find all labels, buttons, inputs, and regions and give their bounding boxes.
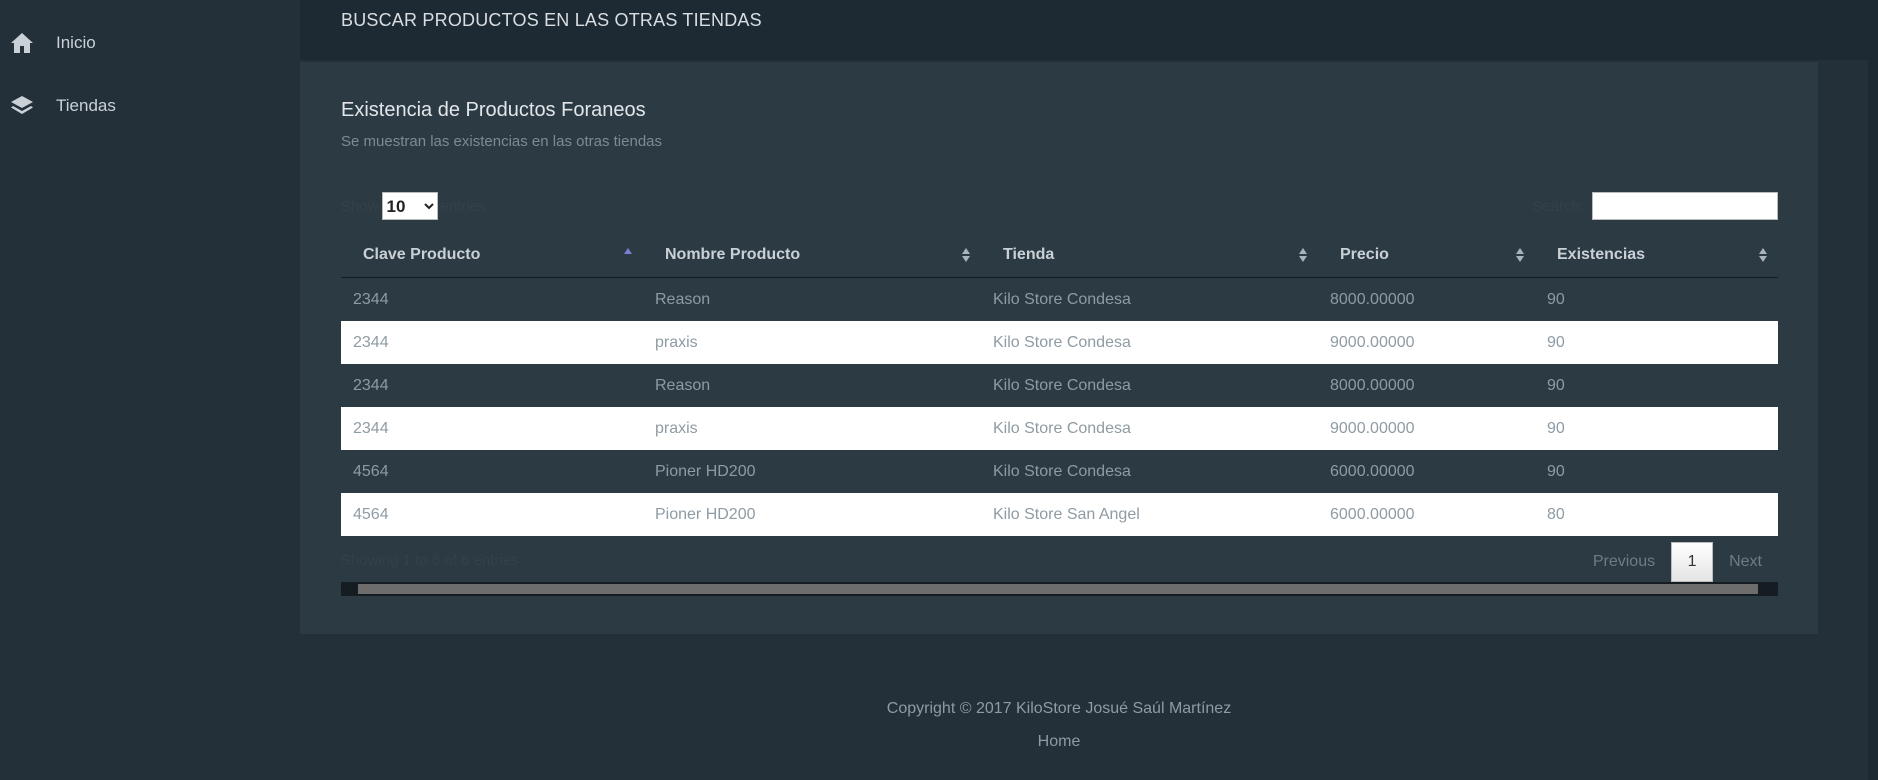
cell-existencias: 90	[1547, 333, 1565, 351]
cell-clave: 4564	[353, 462, 389, 480]
cell-precio: 6000.00000	[1330, 462, 1415, 480]
length-prefix: Show	[341, 197, 379, 215]
cell-nombre: praxis	[655, 333, 698, 351]
column-header-nombre[interactable]: Nombre Producto	[643, 232, 981, 278]
cell-existencias: 90	[1547, 376, 1565, 394]
table-header-row: Clave Producto Nombre Producto Tienda Pr…	[341, 232, 1778, 278]
entries-select[interactable]: 10	[381, 192, 438, 220]
panel-title: Existencia de Productos Foraneos	[341, 99, 646, 121]
column-header-label: Tienda	[1003, 245, 1055, 263]
sidebar-item-label: Inicio	[56, 33, 96, 52]
vertical-scrollbar[interactable]	[1868, 0, 1878, 780]
cell-clave: 2344	[353, 333, 389, 351]
cell-tienda: Kilo Store Condesa	[993, 333, 1131, 351]
layers-icon	[10, 94, 34, 118]
products-panel: Existencia de Productos Foraneos Se mues…	[300, 62, 1818, 634]
column-header-existencias[interactable]: Existencias	[1535, 232, 1778, 278]
cell-clave: 2344	[353, 419, 389, 437]
column-header-clave[interactable]: Clave Producto	[341, 232, 643, 278]
column-header-label: Nombre Producto	[665, 245, 801, 263]
table-row: 2344 Reason Kilo Store Condesa 8000.0000…	[341, 364, 1778, 407]
column-header-label: Existencias	[1557, 245, 1646, 263]
cell-existencias: 90	[1547, 290, 1565, 308]
table-row: 2344 praxis Kilo Store Condesa 9000.0000…	[341, 407, 1778, 450]
cell-nombre: Pioner HD200	[655, 462, 756, 480]
cell-precio: 6000.00000	[1330, 505, 1415, 523]
cell-clave: 2344	[353, 376, 389, 394]
top-bar: BUSCAR PRODUCTOS EN LAS OTRAS TIENDAS	[300, 0, 1868, 60]
sidebar-item-tiendas[interactable]: Tiendas	[0, 86, 300, 126]
table-row: 4564 Pioner HD200 Kilo Store Condesa 600…	[341, 450, 1778, 493]
next-button[interactable]: Next	[1713, 553, 1778, 571]
page-1-button[interactable]: 1	[1671, 542, 1714, 582]
table-row: 2344 Reason Kilo Store Condesa 8000.0000…	[341, 277, 1778, 321]
cell-existencias: 90	[1547, 462, 1565, 480]
table-info: Showing 1 to 6 of 6 entries	[341, 552, 519, 569]
entries-length-control: Show 10 entries	[341, 192, 486, 220]
pagination: Previous 1 Next	[1577, 542, 1778, 582]
column-header-tienda[interactable]: Tienda	[981, 232, 1318, 278]
cell-precio: 8000.00000	[1330, 376, 1415, 394]
column-header-label: Clave Producto	[363, 245, 481, 263]
cell-tienda: Kilo Store Condesa	[993, 376, 1131, 394]
scrollbar-thumb[interactable]	[358, 584, 1758, 594]
table-search: Search:	[1532, 192, 1778, 220]
cell-clave: 4564	[353, 505, 389, 523]
table-row: 4564 Pioner HD200 Kilo Store San Angel 6…	[341, 493, 1778, 536]
cell-nombre: Pioner HD200	[655, 505, 756, 523]
horizontal-scrollbar[interactable]	[341, 582, 1778, 596]
previous-button[interactable]: Previous	[1577, 553, 1671, 571]
footer-home-link[interactable]: Home	[0, 733, 1878, 751]
panel-subtitle: Se muestran las existencias en las otras…	[341, 133, 662, 150]
cell-tienda: Kilo Store Condesa	[993, 290, 1131, 308]
length-suffix: entries	[440, 197, 486, 215]
cell-clave: 2344	[353, 290, 389, 308]
sort-both-icon	[1516, 248, 1524, 262]
search-input[interactable]	[1592, 192, 1778, 220]
sidebar-item-label: Tiendas	[56, 96, 116, 115]
sort-asc-icon	[624, 248, 632, 254]
cell-nombre: praxis	[655, 419, 698, 437]
column-header-label: Precio	[1340, 245, 1389, 263]
cell-nombre: Reason	[655, 376, 711, 394]
column-header-precio[interactable]: Precio	[1318, 232, 1535, 278]
cell-existencias: 80	[1547, 505, 1565, 523]
products-table: Clave Producto Nombre Producto Tienda Pr…	[341, 232, 1778, 536]
cell-existencias: 90	[1547, 419, 1565, 437]
footer-copyright: Copyright © 2017 KiloStore Josué Saúl Ma…	[886, 700, 1232, 717]
sort-both-icon	[962, 248, 970, 262]
cell-precio: 9000.00000	[1330, 333, 1415, 351]
cell-precio: 8000.00000	[1330, 290, 1415, 308]
sort-both-icon	[1299, 248, 1307, 262]
cell-tienda: Kilo Store Condesa	[993, 462, 1131, 480]
sort-both-icon	[1759, 248, 1767, 262]
page-title: BUSCAR PRODUCTOS EN LAS OTRAS TIENDAS	[341, 10, 762, 30]
home-icon	[10, 31, 34, 55]
table-row: 2344 praxis Kilo Store Condesa 9000.0000…	[341, 321, 1778, 364]
cell-tienda: Kilo Store Condesa	[993, 419, 1131, 437]
search-label: Search:	[1532, 197, 1584, 215]
sidebar-item-inicio[interactable]: Inicio	[0, 23, 300, 63]
sidebar: Inicio Tiendas	[0, 0, 300, 780]
cell-precio: 9000.00000	[1330, 419, 1415, 437]
cell-nombre: Reason	[655, 290, 711, 308]
cell-tienda: Kilo Store San Angel	[993, 505, 1140, 523]
